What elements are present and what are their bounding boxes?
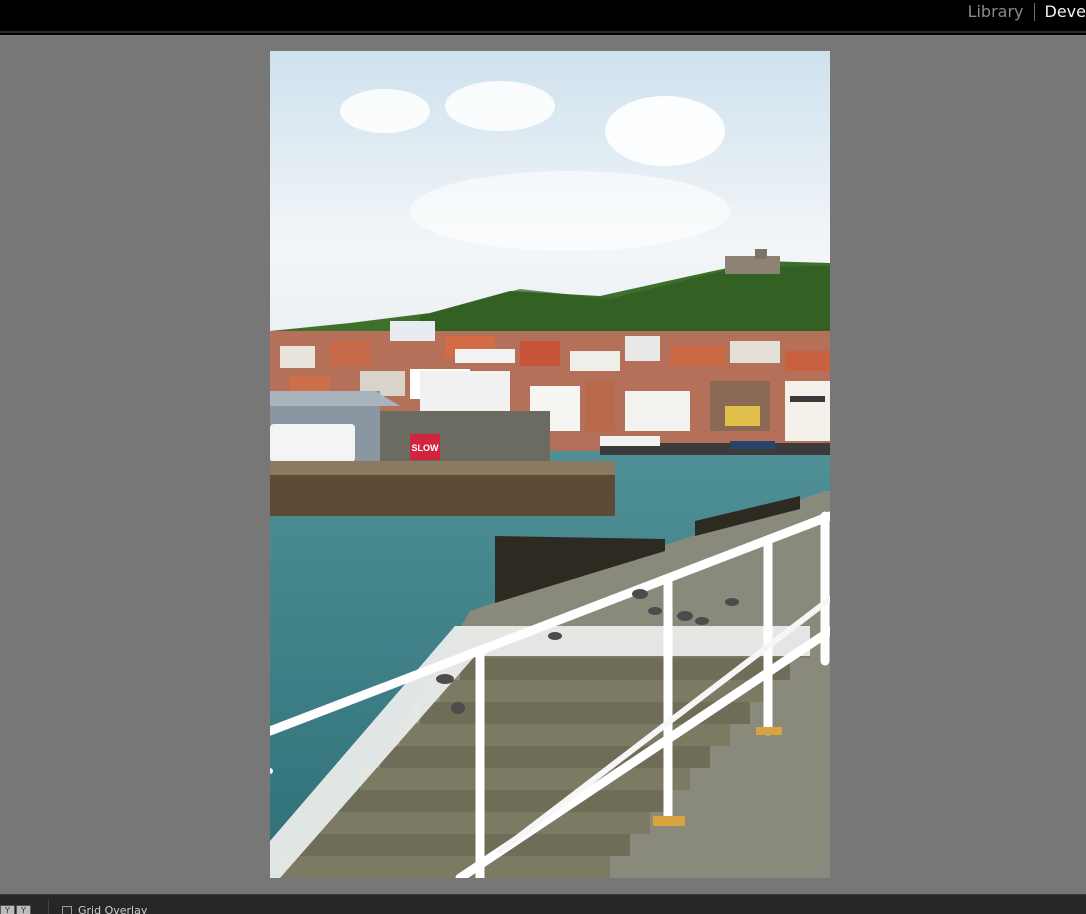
boat	[600, 436, 660, 446]
cloud	[605, 96, 725, 166]
bottom-toolbar: Y Y Grid Overlay	[0, 894, 1086, 914]
toolbar-separator	[48, 899, 49, 914]
harbour-office	[420, 371, 510, 411]
photo-preview[interactable]: SLOW	[270, 51, 830, 878]
castle	[725, 256, 780, 274]
module-picker: Library Deve	[958, 0, 1086, 24]
slow-sign-text: SLOW	[412, 443, 440, 453]
pier-wall-top	[270, 461, 615, 475]
grid-overlay-checkbox[interactable]	[62, 906, 72, 914]
module-picker-bar: Library Deve	[0, 0, 1086, 33]
yy-icon[interactable]: Y	[0, 905, 15, 914]
white-van	[270, 424, 355, 462]
boat	[730, 441, 775, 449]
cloud	[340, 89, 430, 133]
module-library[interactable]: Library	[958, 1, 1034, 23]
harbour-photo: SLOW	[270, 51, 830, 878]
pier-structure	[380, 411, 550, 461]
railing-base-plate	[653, 816, 685, 826]
module-develop[interactable]: Deve	[1035, 1, 1086, 23]
before-after-toggle[interactable]: Y Y	[0, 905, 32, 914]
photo-canvas: SLOW	[0, 35, 1086, 894]
grid-overlay-label: Grid Overlay	[78, 904, 148, 914]
cloud	[410, 171, 730, 251]
yy-icon[interactable]: Y	[16, 905, 31, 914]
cloud	[445, 81, 555, 131]
railing-base-plate	[756, 727, 782, 735]
castle-keep	[755, 249, 767, 259]
